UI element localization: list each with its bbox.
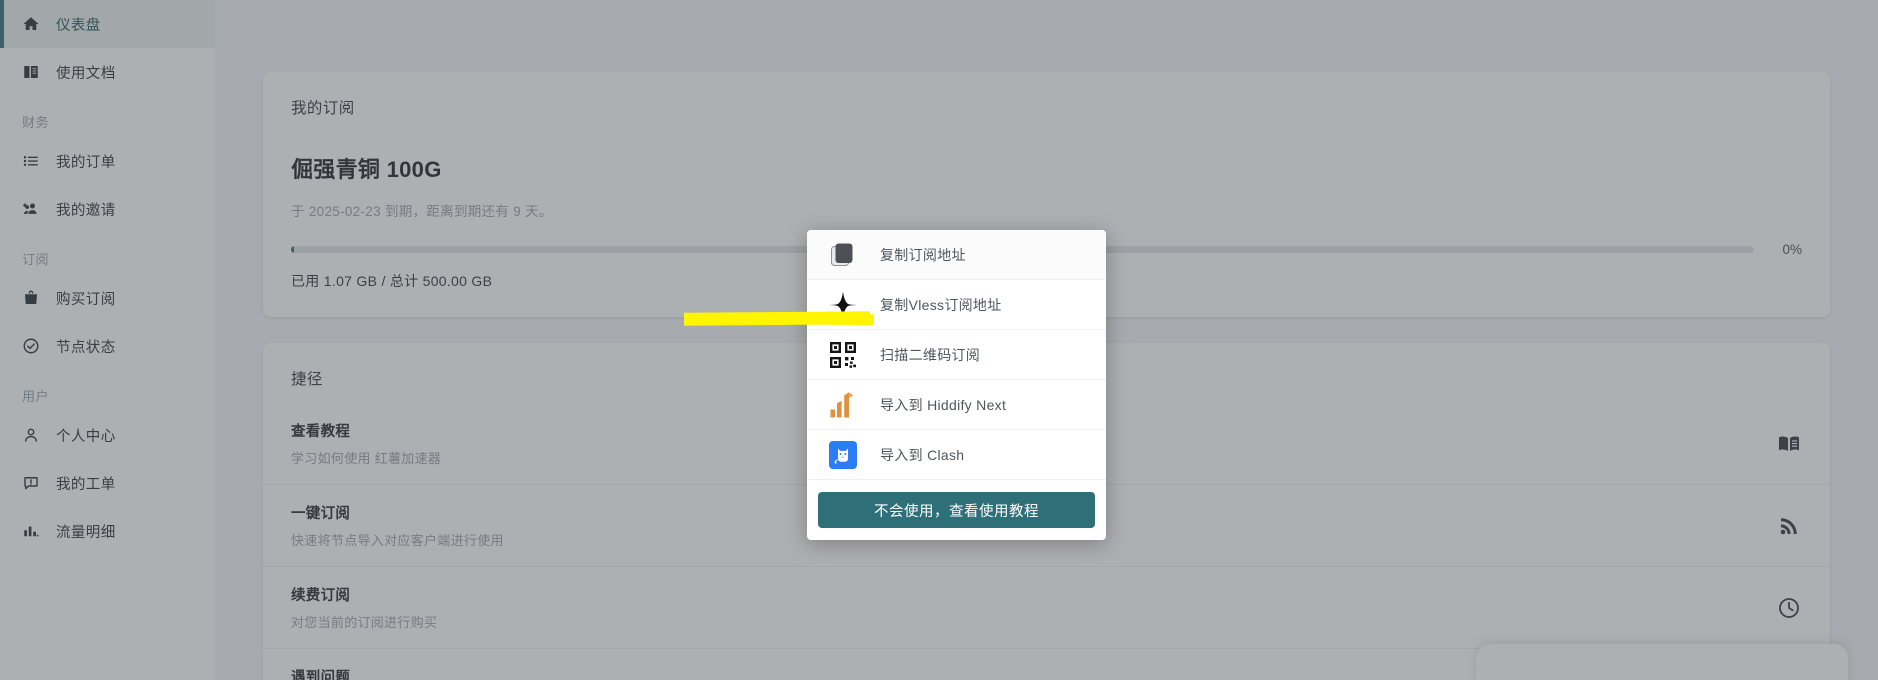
subscribe-options-modal: 复制订阅地址复制Vless订阅地址 扫描二维码订阅导入到 Hiddify Next… — [807, 230, 1106, 540]
modal-item-label: 复制订阅地址 — [880, 246, 966, 263]
view-tutorial-button[interactable]: 不会使用，查看使用教程 — [818, 492, 1095, 528]
modal-item-0[interactable]: 复制订阅地址 — [807, 230, 1106, 280]
modal-item-2[interactable]: 扫描二维码订阅 — [807, 330, 1106, 380]
yellow-highlight-annotation — [683, 311, 871, 326]
modal-item-label: 复制Vless订阅地址 — [880, 296, 1002, 313]
modal-item-label: 扫描二维码订阅 — [880, 346, 981, 363]
modal-item-label: 导入到 Clash — [880, 446, 965, 463]
screen: 仪表盘 使用文档 财务 我的订单 我的邀请 订阅 购买订阅 节点状态 用户 个人中心 我的工单 流量明… — [0, 0, 1878, 680]
modal-item-label: 导入到 Hiddify Next — [880, 396, 1007, 413]
clash-cat-icon — [828, 440, 858, 470]
qr-code-icon — [828, 340, 858, 370]
modal-item-3[interactable]: 导入到 Hiddify Next — [807, 380, 1106, 430]
copy-icon — [828, 240, 858, 270]
modal-item-4[interactable]: 导入到 Clash — [807, 430, 1106, 480]
hiddify-icon — [828, 390, 858, 420]
